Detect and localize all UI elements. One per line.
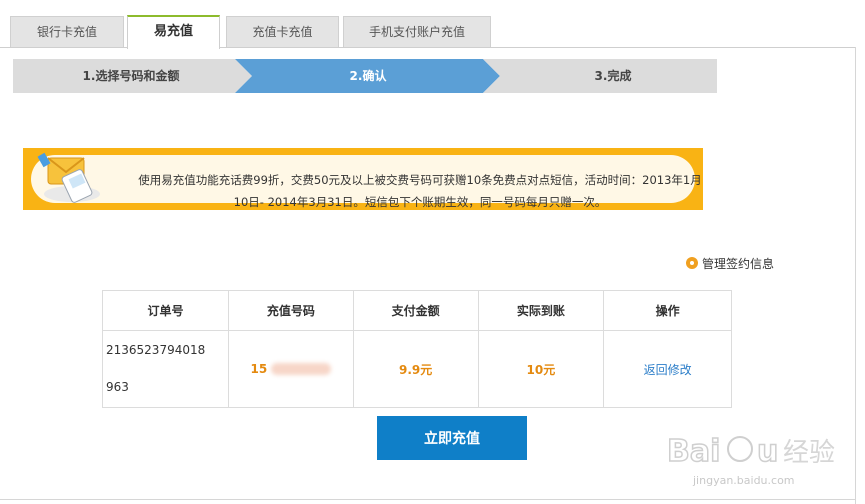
manage-contract-link[interactable]: 管理签约信息 — [686, 255, 774, 272]
phone-number-cell: 15 — [227, 330, 354, 408]
gear-icon — [686, 257, 698, 269]
header-action: 操作 — [603, 290, 732, 331]
phone-number-prefix: 15 — [250, 362, 268, 376]
pay-amount-value: 9.9元 — [399, 362, 433, 377]
header-pay-amount: 支付金额 — [352, 290, 479, 331]
promo-banner: 使用易充值功能充话费99折，交费50元及以上被交费号码可获赠10条免费点对点短信… — [23, 148, 703, 210]
return-modify-link[interactable]: 返回修改 — [644, 363, 692, 377]
envelope-phone-icon — [37, 152, 100, 203]
baidu-jingyan-watermark-logo: Bai u 经验 — [666, 433, 835, 470]
step-2-confirm: 2.确认 — [349, 69, 387, 83]
tab-recharge-card[interactable]: 充值卡充值 — [226, 16, 339, 47]
step-1-select: 1.选择号码和金额 — [82, 69, 180, 83]
action-cell: 返回修改 — [603, 330, 732, 408]
tab-bank-card-recharge[interactable]: 银行卡充值 — [10, 16, 124, 47]
pay-amount-cell: 9.9元 — [352, 330, 479, 408]
order-table: 订单号 充值号码 支付金额 实际到账 操作 2136523794018 963 … — [102, 290, 732, 408]
header-actual-amount: 实际到账 — [477, 290, 605, 331]
svg-text:经验: 经验 — [783, 438, 835, 468]
table-header-row: 订单号 充值号码 支付金额 实际到账 操作 — [102, 290, 732, 331]
actual-amount-cell: 10元 — [477, 330, 605, 408]
tab-bar: 银行卡充值 易充值 充值卡充值 手机支付账户充值 — [0, 0, 865, 49]
promo-text: 使用易充值功能充话费99折，交费50元及以上被交费号码可获赠10条免费点对点短信… — [138, 173, 702, 209]
order-id-line2: 963 — [106, 380, 129, 394]
frame-border-right — [855, 47, 856, 504]
svg-text:u: u — [757, 434, 778, 469]
order-id-cell: 2136523794018 963 — [102, 330, 229, 408]
frame-border-bottom — [0, 499, 856, 500]
progress-steps: 1.选择号码和金额 2.确认 3.完成 — [13, 59, 717, 93]
step-3-complete: 3.完成 — [594, 69, 632, 83]
actual-amount-value: 10元 — [526, 362, 556, 377]
phone-number-masked — [271, 363, 332, 375]
table-row: 2136523794018 963 15 9.9元 10元 返回修改 — [102, 330, 732, 408]
recharge-now-button[interactable]: 立即充值 — [377, 416, 527, 460]
header-order-id: 订单号 — [102, 290, 229, 331]
manage-contract-label: 管理签约信息 — [702, 257, 775, 271]
tab-easy-recharge[interactable]: 易充值 — [127, 15, 220, 49]
promo-banner-inner: 使用易充值功能充话费99折，交费50元及以上被交费号码可获赠10条免费点对点短信… — [31, 155, 702, 209]
tab-mobile-payment-recharge[interactable]: 手机支付账户充值 — [343, 16, 491, 47]
order-id-line1: 2136523794018 — [106, 343, 206, 357]
watermark-url: jingyan.baidu.com — [693, 474, 795, 487]
header-phone-number: 充值号码 — [227, 290, 354, 331]
svg-text:Bai: Bai — [667, 434, 720, 469]
